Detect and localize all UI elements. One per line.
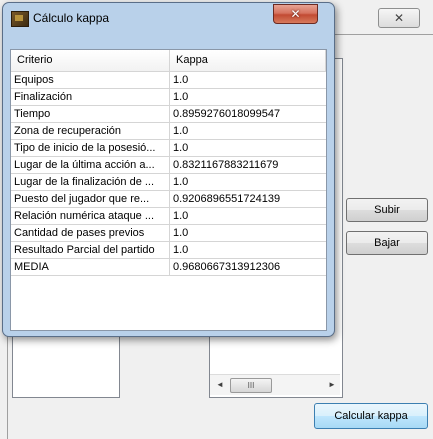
dialog-title: Cálculo kappa [33,11,110,25]
kappa-cell: 0.8321167883211679 [173,159,279,171]
left-list-panel[interactable] [12,330,120,398]
main-window-close-button[interactable]: ✕ [378,8,420,28]
kappa-table: Criterio Kappa Equipos 1.0 Finalización 1.0… [11,50,326,276]
column-header-criterio[interactable]: Criterio [11,50,170,71]
close-icon: ✕ [393,11,405,25]
criterio-cell: Finalización [11,89,170,105]
horizontal-scrollbar[interactable]: ◄ III ► [210,374,340,395]
criterio-cell: Lugar de la última acción a... [11,157,170,173]
table-row[interactable]: Tiempo 0.8959276018099547 [11,106,326,123]
kappa-dialog: Cálculo kappa ✕ Criterio Kappa Equipos 1.… [2,2,335,337]
criterio-cell: Cantidad de pases previos [11,225,170,241]
table-row[interactable]: Tipo de inicio de la posesió... 1.0 [11,140,326,157]
kappa-cell: 1.0 [173,244,189,256]
column-header-kappa[interactable]: Kappa [170,50,326,71]
app-icon [11,11,29,27]
kappa-cell: 1.0 [173,74,189,86]
kappa-cell: 1.0 [173,91,189,103]
criterio-cell: Zona de recuperación [11,123,170,139]
table-row[interactable]: MEDIA 0.9680667313912306 [11,259,326,276]
criterio-cell: Resultado Parcial del partido [11,242,170,258]
table-row[interactable]: Finalización 1.0 [11,89,326,106]
kappa-cell: 1.0 [173,210,189,222]
criterio-cell: Lugar de la finalización de ... [11,174,170,190]
kappa-cell: 0.9206896551724139 [173,193,281,205]
table-row[interactable]: Relación numérica ataque ... 1.0 [11,208,326,225]
table-header: Criterio Kappa [11,50,326,72]
criterio-cell: Tiempo [11,106,170,122]
bajar-button[interactable]: Bajar [346,231,428,255]
table-row[interactable]: Lugar de la última acción a... 0.83211678… [11,157,326,174]
subir-button[interactable]: Subir [346,198,428,222]
scroll-left-icon[interactable]: ◄ [216,380,224,389]
table-row[interactable]: Lugar de la finalización de ... 1.0 [11,174,326,191]
kappa-table-container: Criterio Kappa Equipos 1.0 Finalización 1.0… [10,49,327,331]
kappa-cell: 1.0 [173,142,189,154]
scroll-thumb[interactable]: III [230,378,272,393]
table-row[interactable]: Cantidad de pases previos 1.0 [11,225,326,242]
kappa-cell: 1.0 [173,227,189,239]
close-icon: ✕ [290,7,301,21]
kappa-cell: 0.8959276018099547 [173,108,281,120]
calcular-kappa-button[interactable]: Calcular kappa [314,403,428,429]
kappa-cell: 1.0 [173,125,189,137]
table-row[interactable]: Equipos 1.0 [11,72,326,89]
criterio-cell: Relación numérica ataque ... [11,208,170,224]
table-row[interactable]: Zona de recuperación 1.0 [11,123,326,140]
table-row[interactable]: Puesto del jugador que re... 0.9206896551… [11,191,326,208]
dialog-close-button[interactable]: ✕ [273,4,318,24]
kappa-cell: 0.9680667313912306 [173,261,281,273]
criterio-cell: Equipos [11,72,170,88]
table-row[interactable]: Resultado Parcial del partido 1.0 [11,242,326,259]
scroll-right-icon[interactable]: ► [328,380,336,389]
kappa-cell: 1.0 [173,176,189,188]
dialog-title-bar[interactable]: Cálculo kappa ✕ [3,3,334,33]
criterio-cell: Puesto del jugador que re... [11,191,170,207]
criterio-cell: MEDIA [11,259,170,275]
criterio-cell: Tipo de inicio de la posesió... [11,140,170,156]
